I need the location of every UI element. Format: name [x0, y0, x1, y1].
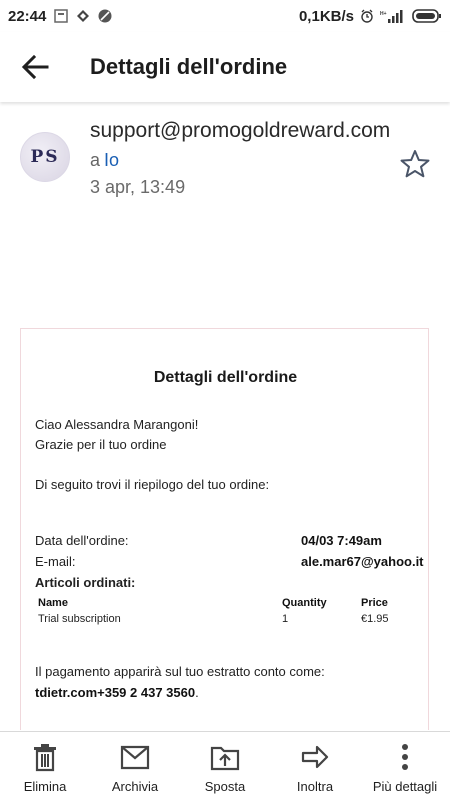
move-button[interactable]: Sposta — [180, 732, 270, 800]
alarm-icon — [361, 9, 373, 23]
payment-end: . — [195, 685, 199, 700]
svg-text:H+: H+ — [380, 11, 387, 17]
page-title: Dettagli dell'ordine — [90, 54, 288, 79]
message-header: PS support@promogoldreward.com a Io 3 apr… — [0, 110, 450, 200]
status-time: 22:44 — [8, 7, 47, 25]
table-header-price: Price — [361, 597, 388, 609]
order-date-value: 04/03 7:49am — [301, 533, 382, 548]
delete-button[interactable]: Elimina — [0, 732, 90, 800]
forward-icon — [301, 745, 329, 769]
trash-icon — [34, 744, 56, 772]
recipient-line[interactable]: a Io — [90, 150, 119, 171]
payment-descriptor: tdietr.com+359 2 437 3560 — [35, 685, 196, 700]
recipient-name: Io — [104, 150, 120, 170]
email-value[interactable]: ale.mar67@yahoo.it — [301, 554, 424, 569]
battery-icon — [412, 9, 441, 23]
archive-icon — [120, 745, 150, 770]
more-details-button[interactable]: Più dettagli — [360, 732, 450, 800]
payment-notice: Il pagamento apparirà sul tuo estratto c… — [35, 661, 415, 703]
payment-text: Il pagamento apparirà sul tuo estratto c… — [35, 664, 325, 679]
table-cell-price: €1.95 — [361, 613, 389, 625]
archive-button[interactable]: Archivia — [90, 732, 180, 800]
signal-icon: H+ — [380, 10, 403, 23]
sender-email[interactable]: support@promogoldreward.com — [90, 119, 390, 143]
sender-avatar[interactable]: PS — [20, 132, 70, 182]
table-header-name: Name — [38, 597, 68, 609]
order-date-label: Data dell'ordine: — [35, 533, 129, 548]
network-speed: 0,1KB/s — [298, 7, 354, 25]
move-label: Sposta — [204, 779, 246, 794]
recipient-prefix: a — [90, 150, 101, 170]
star-outline-icon[interactable] — [399, 148, 431, 180]
more-details-label: Più dettagli — [372, 779, 438, 794]
bottom-action-bar: Elimina Archivia Sposta Inoltra Più dett… — [0, 731, 450, 800]
greeting-text: Ciao Alessandra Marangoni! — [35, 417, 199, 432]
arrow-left-icon — [21, 54, 49, 80]
more-vert-icon — [402, 744, 408, 770]
delete-label: Elimina — [23, 779, 67, 794]
thanks-text: Grazie per il tuo ordine — [35, 437, 167, 452]
app-bar: Dettagli dell'ordine — [0, 32, 450, 102]
email-title: Dettagli dell'ordine — [153, 369, 298, 386]
image-notification-icon — [54, 9, 69, 23]
status-bar: 22:44 0,1KB/s H+ — [0, 0, 450, 32]
table-cell-quantity: 1 — [282, 613, 289, 625]
app-notification-icon — [77, 10, 90, 22]
forward-button[interactable]: Inoltra — [270, 732, 360, 800]
email-label: E-mail: — [35, 554, 76, 569]
summary-intro: Di seguito trovi il riepilogo del tuo or… — [35, 477, 270, 492]
move-icon — [210, 746, 240, 771]
table-header-quantity: Quantity — [282, 597, 327, 609]
archive-label: Archivia — [111, 779, 159, 794]
table-cell-name: Trial subscription — [38, 613, 121, 625]
email-body-card: Dettagli dell'ordine Ciao Alessandra Mar… — [20, 328, 429, 730]
data-saver-icon — [98, 9, 112, 23]
forward-label: Inoltra — [296, 779, 334, 794]
back-button[interactable] — [0, 32, 70, 102]
message-date: 3 apr, 13:49 — [90, 177, 186, 197]
items-label: Articoli ordinati: — [35, 575, 136, 590]
